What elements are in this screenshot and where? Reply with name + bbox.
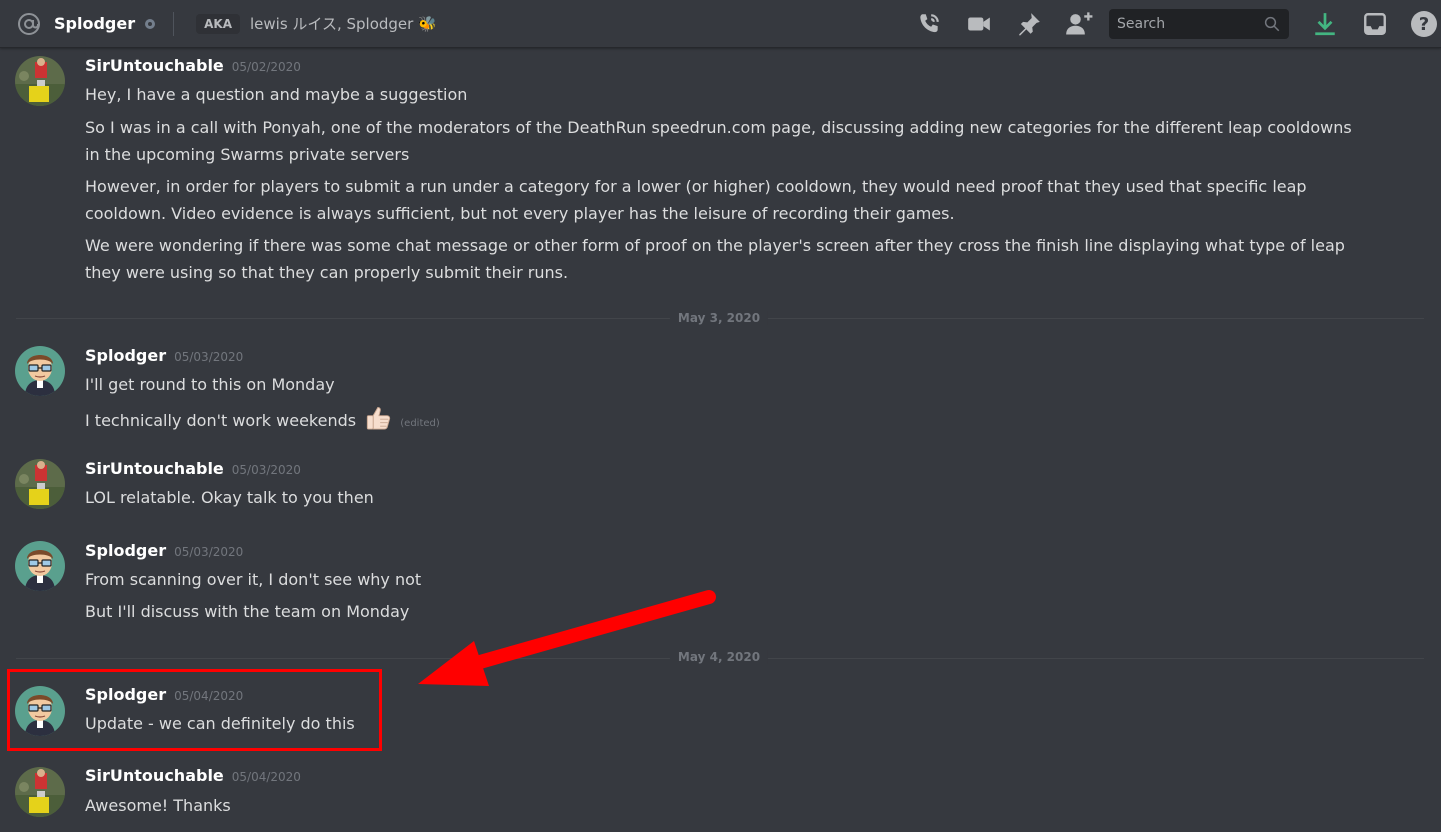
search-icon	[1263, 15, 1281, 37]
voice-call-icon[interactable]	[915, 10, 943, 38]
message-text: We were wondering if there was some chat…	[85, 236, 1345, 282]
message-text: However, in order for players to submit …	[85, 177, 1307, 223]
message-timestamp: 05/04/2020	[231, 770, 301, 784]
message-author[interactable]: Splodger 05/03/2020	[85, 346, 243, 365]
message-author[interactable]: SirUntouchable 05/04/2020	[85, 766, 301, 785]
edited-label: (edited)	[400, 418, 440, 429]
video-call-icon[interactable]	[965, 10, 993, 38]
message-timestamp: 05/03/2020	[231, 463, 301, 477]
status-indicator	[145, 18, 156, 29]
message-text: From scanning over it, I don't see why n…	[85, 570, 422, 589]
download-icon[interactable]	[1311, 10, 1339, 38]
avatar-splodger[interactable]	[15, 541, 65, 591]
message-author[interactable]: SirUntouchable 05/02/2020	[85, 56, 301, 75]
avatar-sir-untouchable[interactable]	[15, 767, 65, 817]
header-toolbar: ?	[893, 0, 1441, 48]
message-text: So I was in a call with Ponyah, one of t…	[85, 118, 1352, 164]
aka-names: lewis ルイス, Splodger 🐝	[249, 15, 437, 33]
message-text: But I'll discuss with the team on Monday	[85, 602, 410, 621]
add-friend-icon[interactable]	[1065, 10, 1093, 38]
inbox-icon[interactable]	[1361, 10, 1389, 38]
search-box[interactable]	[1109, 9, 1289, 39]
dm-name: Splodger	[54, 14, 136, 33]
message-text: Awesome! Thanks	[85, 796, 231, 815]
avatar-sir-untouchable[interactable]	[15, 459, 65, 509]
message-author[interactable]: Splodger 05/03/2020	[85, 541, 243, 560]
message-timestamp: 05/03/2020	[174, 545, 244, 559]
avatar-splodger[interactable]	[15, 346, 65, 396]
channel-header: Splodger AKA lewis ルイス, Splodger 🐝 ?	[0, 0, 1441, 48]
search-input[interactable]	[1117, 16, 1257, 32]
highlight-box	[7, 669, 382, 751]
message-timestamp: 05/03/2020	[174, 350, 244, 364]
message-text: I technically don't work weekends (edite…	[85, 404, 1355, 440]
avatar-sir-untouchable[interactable]	[15, 56, 65, 106]
aka-badge: AKA	[196, 13, 240, 34]
message-text: LOL relatable. Okay talk to you then	[85, 488, 374, 507]
message-text: I'll get round to this on Monday	[85, 375, 335, 394]
message-author[interactable]: SirUntouchable 05/03/2020	[85, 459, 301, 478]
header-divider	[173, 11, 175, 36]
at-sign-icon	[16, 11, 42, 37]
thumbs-up-emoji-icon	[365, 404, 393, 440]
date-divider-label: May 3, 2020	[669, 311, 769, 325]
help-icon[interactable]: ?	[1411, 11, 1437, 37]
date-divider-label: May 4, 2020	[669, 650, 769, 664]
message-timestamp: 05/02/2020	[231, 60, 301, 74]
pin-icon[interactable]	[1015, 10, 1043, 38]
message-text: Hey, I have a question and maybe a sugge…	[85, 85, 468, 104]
